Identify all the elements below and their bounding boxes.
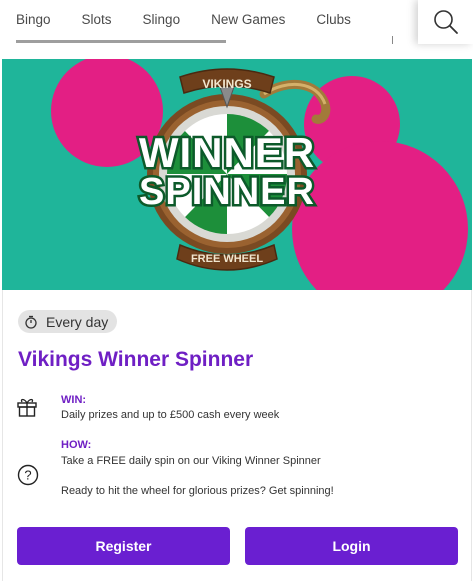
- logo-line1: WINNER: [139, 129, 315, 176]
- tab-bingo[interactable]: Bingo: [16, 12, 51, 27]
- svg-text:?: ?: [24, 468, 31, 483]
- gift-icon: [17, 398, 37, 417]
- search-button[interactable]: [418, 0, 473, 44]
- top-nav: Bingo Slots Slingo New Games Clubs: [0, 0, 473, 46]
- how-text: Take a FREE daily spin on our Viking Win…: [61, 455, 321, 467]
- promo-banner[interactable]: VIKINGS WINNER SPINNER FREE WHEEL: [2, 59, 472, 290]
- promo-title: Vikings Winner Spinner: [18, 348, 254, 371]
- how-label: HOW:: [61, 439, 92, 451]
- how-text-2: Ready to hit the wheel for glorious priz…: [61, 485, 334, 497]
- logo-top-text: VIKINGS: [202, 77, 251, 91]
- banner-art: VIKINGS WINNER SPINNER FREE WHEEL: [51, 59, 468, 290]
- logo-line2: SPINNER: [139, 171, 315, 213]
- search-icon: [433, 10, 458, 34]
- tab-new-games[interactable]: New Games: [211, 12, 285, 27]
- tab-scroll-indicator: [16, 40, 226, 43]
- stopwatch-icon: [25, 315, 37, 329]
- win-label: WIN:: [61, 394, 87, 406]
- help-icon: ?: [17, 464, 39, 486]
- category-tabs: Bingo Slots Slingo New Games Clubs: [16, 0, 382, 38]
- register-button[interactable]: Register: [17, 527, 230, 565]
- badge-label: Every day: [46, 313, 109, 330]
- frequency-badge: Every day: [18, 310, 118, 333]
- logo-bottom-text: FREE WHEEL: [191, 253, 263, 265]
- login-button[interactable]: Login: [245, 527, 458, 565]
- tab-clubs[interactable]: Clubs: [316, 12, 351, 27]
- win-text: Daily prizes and up to £500 cash every w…: [61, 409, 280, 421]
- tab-slots[interactable]: Slots: [82, 12, 112, 27]
- tab-slingo[interactable]: Slingo: [143, 12, 181, 27]
- nav-divider: [392, 36, 393, 44]
- promo-card: Every day Vikings Winner Spinner WIN: Da…: [2, 290, 472, 581]
